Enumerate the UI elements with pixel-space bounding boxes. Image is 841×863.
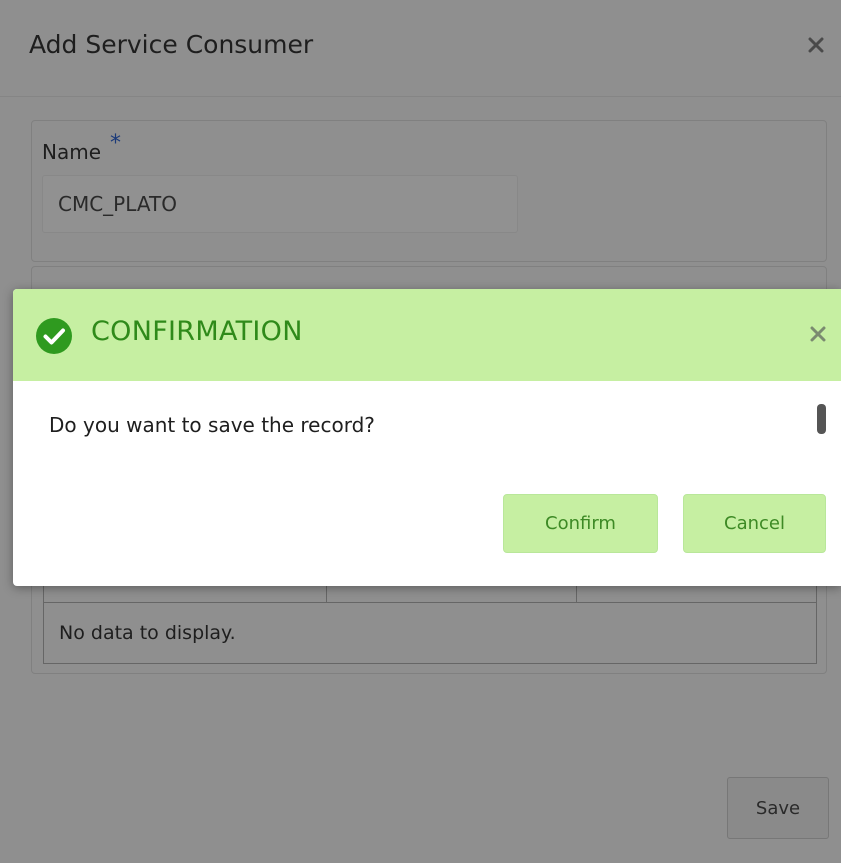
required-indicator: * <box>110 131 121 156</box>
name-input[interactable] <box>42 175 518 233</box>
grid-empty-message: No data to display. <box>59 622 236 644</box>
confirmation-dialog: CONFIRMATION Do you want to save the rec… <box>13 289 841 586</box>
scrollbar-thumb[interactable] <box>817 404 826 434</box>
confirm-button[interactable]: Confirm <box>503 494 658 553</box>
name-label: Name <box>42 140 102 164</box>
cancel-button[interactable]: Cancel <box>683 494 826 553</box>
confirmation-title: CONFIRMATION <box>91 316 303 347</box>
check-circle-icon <box>36 318 72 354</box>
close-icon[interactable] <box>803 32 829 58</box>
confirmation-message: Do you want to save the record? <box>49 413 375 437</box>
dialog-header: Add Service Consumer <box>0 0 841 97</box>
grid-row-divider <box>44 602 816 603</box>
confirmation-header: CONFIRMATION <box>13 289 841 381</box>
dialog-title: Add Service Consumer <box>29 30 314 59</box>
close-icon[interactable] <box>804 320 832 348</box>
save-button[interactable]: Save <box>727 777 829 839</box>
